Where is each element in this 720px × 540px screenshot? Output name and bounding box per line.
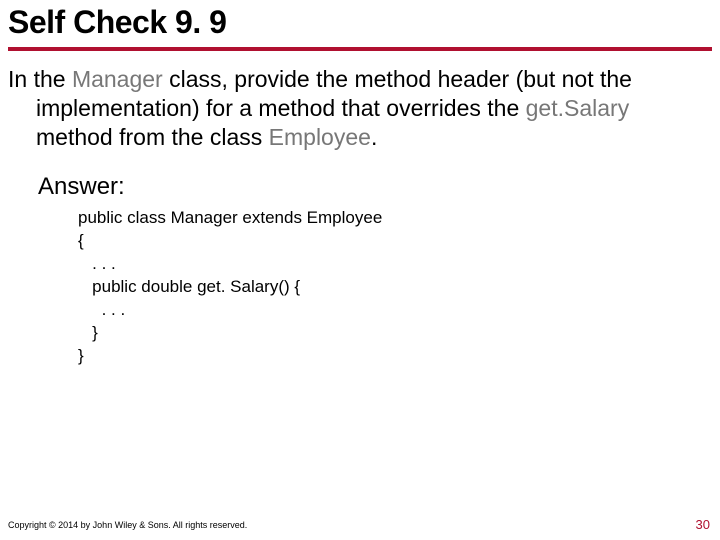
q-text-3: method from the class — [36, 124, 269, 150]
answer-code: public class Manager extends Employee { … — [78, 207, 712, 368]
q-text-1: In the — [8, 66, 72, 92]
q-code-employee: Employee — [269, 124, 371, 150]
page-number: 30 — [696, 517, 710, 532]
q-code-manager: Manager — [72, 66, 163, 92]
question-text: In the Manager class, provide the method… — [8, 65, 712, 151]
answer-label: Answer: — [38, 173, 712, 201]
slide: Self Check 9. 9 In the Manager class, pr… — [0, 0, 720, 540]
title-underline — [8, 47, 712, 51]
q-code-getsalary: get.Salary — [526, 95, 630, 121]
copyright-footer: Copyright © 2014 by John Wiley & Sons. A… — [8, 520, 247, 530]
q-text-4: . — [371, 124, 377, 150]
slide-title: Self Check 9. 9 — [8, 4, 712, 47]
